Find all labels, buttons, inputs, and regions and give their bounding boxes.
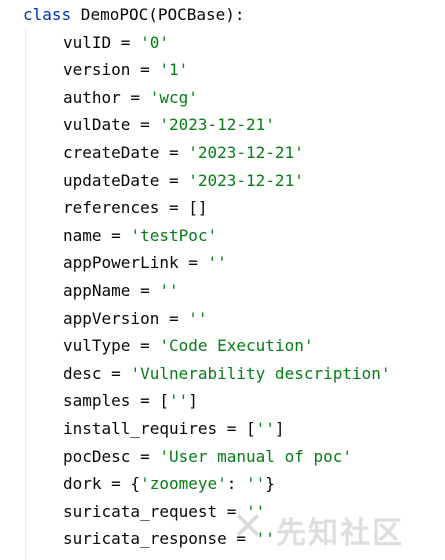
code-block: class DemoPOC(POCBase): vulID = '0' vers… [23,1,391,553]
attr-name: appPowerLink [63,253,179,273]
list-literal: [] [188,198,208,218]
attr-name: name [63,225,102,245]
attr-name: vulID [63,32,112,52]
class-definition-line: class DemoPOC(POCBase): [23,1,391,29]
string-literal: 'User manual of poc' [159,446,352,466]
attr-name: references [63,198,160,218]
attr-name: vulType [63,336,131,356]
string-literal: '' [168,391,189,411]
operator: = [101,363,131,383]
code-line-version: version = '1' [23,56,391,84]
operator: = [120,87,150,107]
attr-name: desc [63,363,102,383]
string-literal: '2023-12-21' [188,170,304,190]
operator: = [159,308,189,328]
attr-name: appName [63,280,131,300]
string-literal: '' [255,418,275,438]
operator: = [130,446,160,466]
attr-name: author [63,87,121,107]
string-literal: '' [207,253,227,273]
string-literal: 'Code Execution' [159,336,314,356]
class-keyword: class [23,5,72,24]
code-line-dork: dork = {'zoomeye': ''} [23,470,391,498]
operator: = [101,225,131,245]
operator: = { [101,474,141,494]
attr-name: samples [63,391,131,411]
code-line-name: name = 'testPoc' [23,222,391,250]
code-line-desc: desc = 'Vulnerability description' [23,360,391,388]
operator: = [159,170,189,190]
string-literal: '' [246,474,266,494]
code-line-vuldate: vulDate = '2023-12-21' [23,111,391,139]
code-line-appversion: appVersion = '' [23,305,391,333]
string-literal: '2023-12-21' [188,142,304,162]
code-line-pocdesc: pocDesc = 'User manual of poc' [23,443,391,471]
code-line-install-requires: install_requires = [''] [23,415,391,443]
operator: = [130,336,160,356]
attr-name: install_requires [63,418,218,438]
attr-name: vulDate [63,115,131,135]
string-literal: 'wcg' [149,87,198,107]
operator: = [ [217,418,256,438]
operator: = [130,115,160,135]
code-line-author: author = 'wcg' [23,84,391,112]
code-line-updatedate: updateDate = '2023-12-21' [23,167,391,195]
code-line-createdate: createDate = '2023-12-21' [23,139,391,167]
watermark: ✕ 先知社区 [232,500,442,560]
closing-bracket: ] [274,418,285,438]
code-line-appname: appName = '' [23,277,391,305]
attr-name: dork [63,474,102,494]
watermark-logo-icon: ✕ [232,504,264,548]
attr-name: createDate [63,142,160,162]
string-literal: '1' [159,60,189,80]
watermark-text: 先知社区 [276,516,404,551]
string-literal: '' [159,280,179,300]
attr-name: suricata_response [63,529,227,549]
attr-name: appVersion [63,308,160,328]
attr-name: pocDesc [63,446,131,466]
colon-separator: : [226,474,247,494]
class-signature: DemoPOC(POCBase): [71,5,245,24]
code-line-references: references = [] [23,194,391,222]
attr-name: suricata_request [63,501,218,521]
string-literal: '2023-12-21' [159,115,275,135]
string-literal: '0' [140,32,169,52]
operator: = [130,60,160,80]
operator: = [159,142,189,162]
string-literal: 'zoomeye' [140,474,227,494]
attr-name: version [63,60,131,80]
code-editor[interactable]: class DemoPOC(POCBase): vulID = '0' vers… [0,0,445,560]
operator: = [130,280,160,300]
string-literal: 'Vulnerability description' [130,363,391,383]
closing-brace: } [265,474,275,494]
operator: = [178,253,208,273]
string-literal: 'testPoc' [130,225,218,245]
code-line-vulid: vulID = '0' [23,29,391,57]
string-literal: '' [188,308,208,328]
attr-name: updateDate [63,170,160,190]
operator: = [ [130,391,169,411]
closing-bracket: ] [188,391,198,411]
operator: = [111,32,141,52]
code-line-samples: samples = [''] [23,387,391,415]
operator: = [159,198,189,218]
code-line-vultype: vulType = 'Code Execution' [23,332,391,360]
code-line-apppowerlink: appPowerLink = '' [23,249,391,277]
